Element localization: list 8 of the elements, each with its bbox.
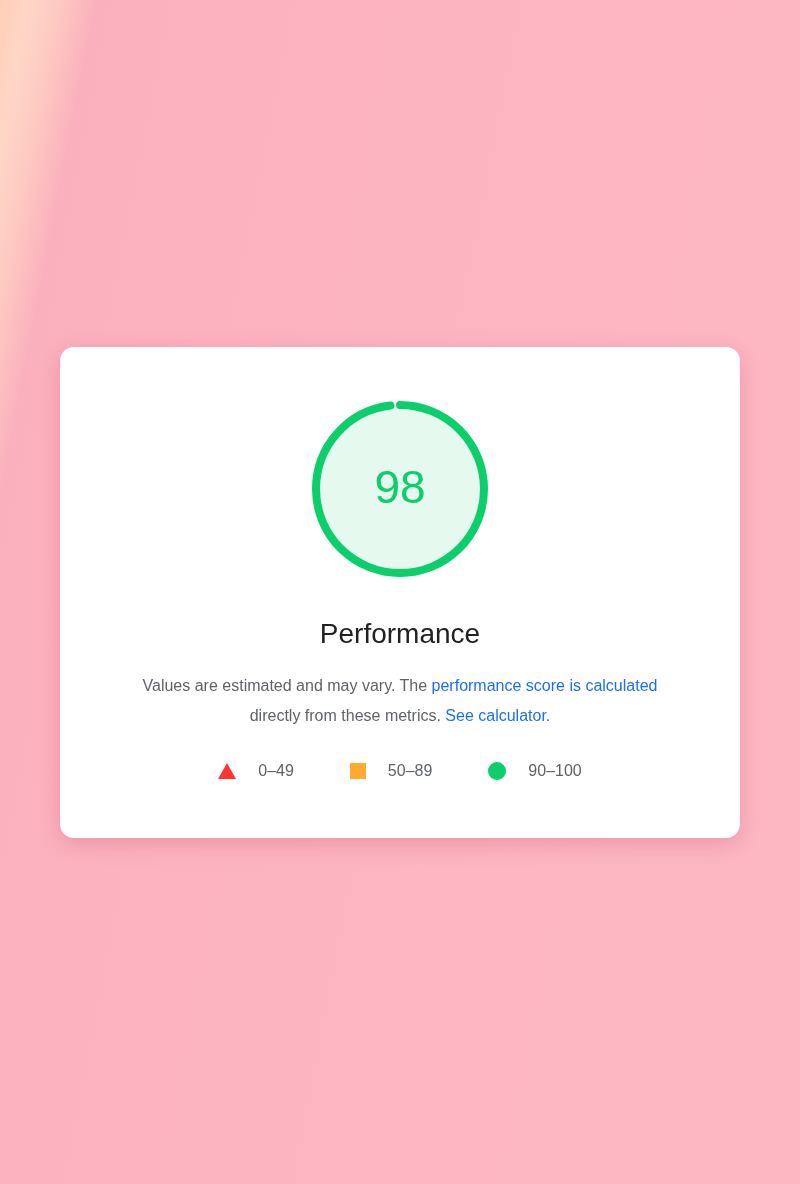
description-text: Values are estimated and may vary. The performance score is calculated directly from these metrics. See calculator. (141, 675, 659, 726)
text-link[interactable]: performance score is calculated (431, 676, 658, 694)
score-value: 98 (374, 463, 426, 510)
legend-label: 0–49 (258, 760, 294, 781)
category-title: Performance (319, 616, 481, 651)
text-link[interactable]: See calculator. (445, 706, 551, 724)
legend-label: 50–89 (387, 760, 433, 781)
legend-label: 90–100 (528, 760, 582, 781)
